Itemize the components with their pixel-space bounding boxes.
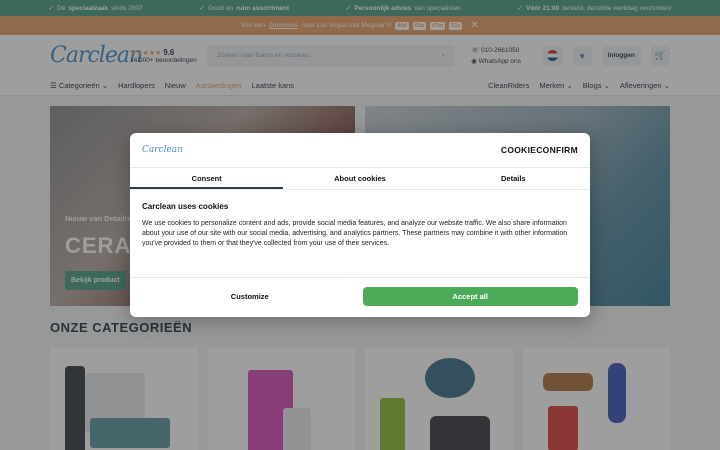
cookie-tabs: Consent About cookies Details [130, 168, 590, 190]
cookie-actions: Customize Accept all [130, 277, 590, 315]
cookie-dialog-header: Carclean COOKIECONFIRM [130, 133, 590, 168]
cookie-body: Carclean uses cookies We use cookies to … [130, 190, 590, 277]
cookie-site-logo: Carclean [142, 145, 183, 155]
tab-about-cookies[interactable]: About cookies [283, 168, 436, 189]
cookie-description: We use cookies to personalize content an… [142, 220, 568, 247]
cookie-heading: Carclean uses cookies [142, 202, 229, 211]
tab-details[interactable]: Details [437, 168, 590, 189]
cookieconfirm-logo: COOKIECONFIRM [500, 145, 578, 155]
cookie-dialog: Carclean COOKIECONFIRM Consent About coo… [130, 133, 590, 317]
tab-consent[interactable]: Consent [130, 168, 284, 189]
accept-all-button[interactable]: Accept all [362, 287, 578, 306]
customize-button[interactable]: Customize [142, 287, 358, 306]
